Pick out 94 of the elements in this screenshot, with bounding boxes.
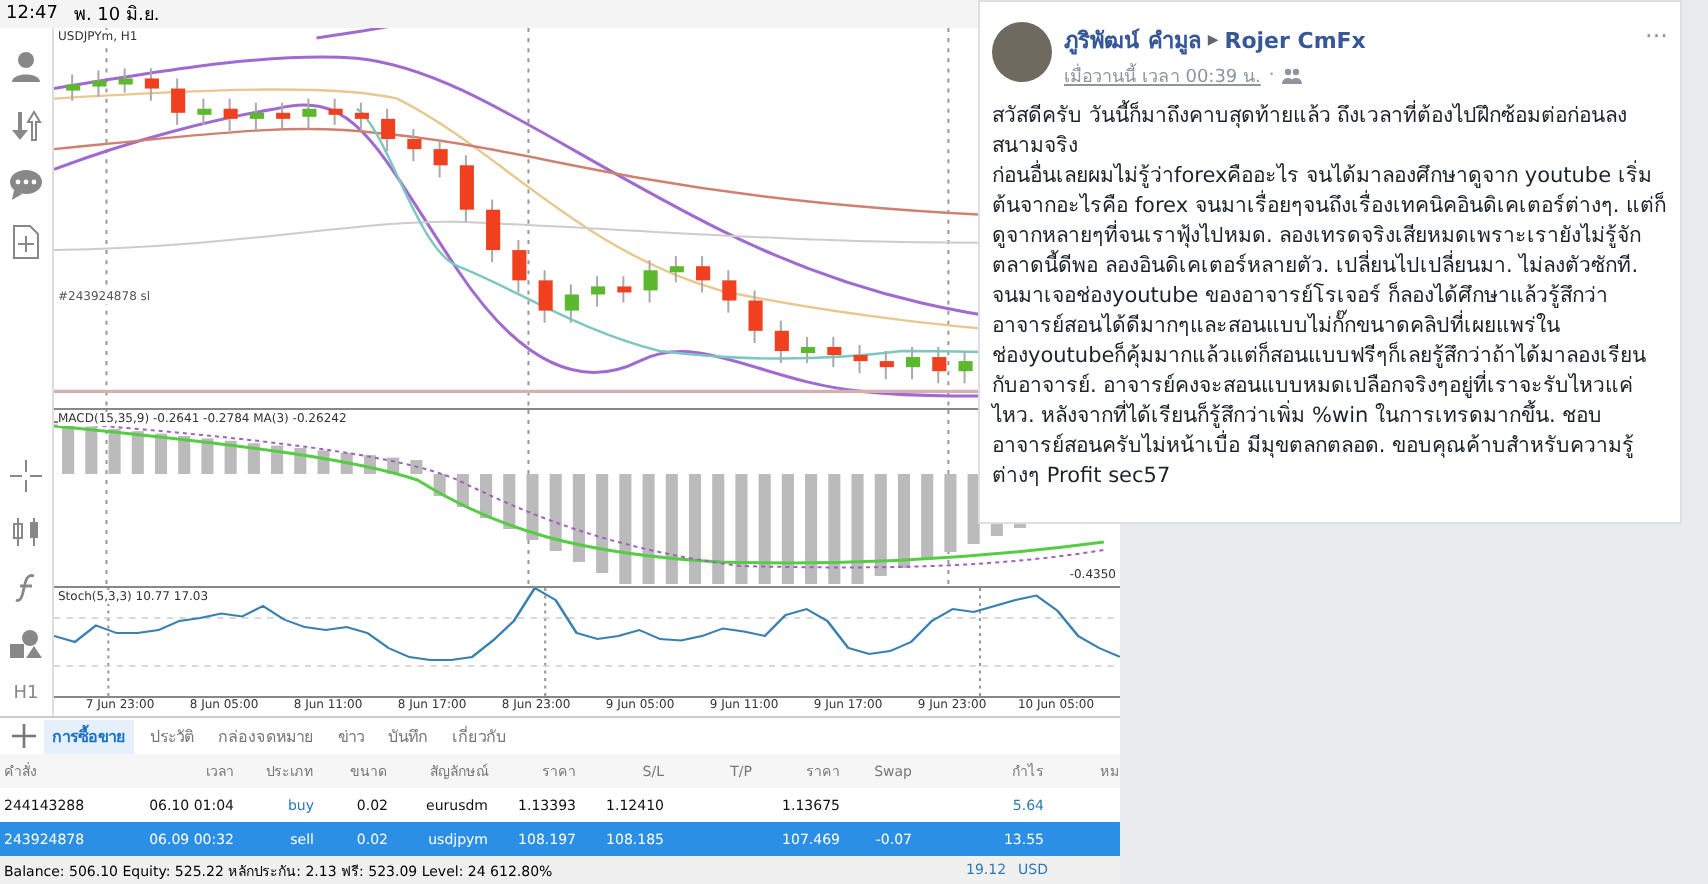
person-icon[interactable] (8, 48, 44, 84)
histogram-bar (503, 473, 516, 529)
candlestick (276, 102, 291, 129)
post-text: สวัสดีครับ วันนี้ก็มาถึงคาบสุดท้ายแล้ว ถึงเวลาที่ต้องไปฝึกซ้อมต่อก่อนลงสนามจริง (992, 102, 1630, 160)
candlestick (328, 98, 343, 125)
candlestick (223, 98, 238, 131)
candlestick (66, 74, 81, 101)
histogram-bar (131, 430, 144, 474)
histogram-bar (271, 445, 284, 474)
author-name[interactable]: ภูริพัฒน์ คำมูล (1064, 22, 1202, 58)
avatar (992, 22, 1052, 82)
histogram-bar (805, 473, 818, 584)
new-document-icon[interactable] (12, 224, 40, 260)
candlestick-icon[interactable] (10, 516, 42, 548)
candlestick (354, 102, 369, 131)
histogram-bar (781, 473, 794, 584)
candlestick (669, 256, 684, 283)
candlestick (932, 346, 947, 384)
candlestick (459, 155, 474, 222)
histogram-bar (619, 473, 632, 584)
more-options-button[interactable]: ··· (1645, 22, 1668, 50)
add-icon[interactable] (12, 724, 36, 748)
histogram-bar (572, 473, 585, 562)
candlestick (696, 256, 711, 293)
candlestick (643, 260, 658, 303)
histogram-bar (735, 473, 748, 584)
arrows-icon[interactable] (8, 108, 44, 144)
candlestick (249, 102, 264, 131)
candlestick (538, 270, 553, 323)
histogram-bar (712, 473, 725, 584)
candlestick (92, 70, 107, 97)
candlestick (879, 351, 894, 380)
candlestick (118, 68, 133, 93)
candlestick (801, 336, 816, 364)
shapes-icon[interactable] (8, 628, 44, 660)
function-icon[interactable] (14, 572, 38, 604)
candlestick (486, 199, 501, 263)
histogram-bar (224, 440, 237, 474)
candlestick (617, 276, 632, 303)
histogram-bar (178, 435, 191, 474)
histogram-bar (480, 473, 493, 518)
histogram-bar (154, 433, 168, 474)
candlestick (591, 276, 606, 307)
status-time: 12:47 (6, 4, 58, 24)
histogram-bar (108, 428, 121, 474)
histogram-bar (665, 473, 678, 584)
histogram-bar (944, 473, 957, 552)
candlestick (512, 239, 527, 293)
candlestick (958, 351, 973, 384)
crosshair-icon[interactable] (10, 460, 42, 492)
histogram-bar (247, 442, 260, 474)
post-text: ก่อนอื่นเลยผมไม่รู้ว่าforexคืออะไร จนได้มาลองศึกษาดูจาก youtube เริ่มต้นจากอะไรคือ forex จนมาเรื่อยๆจนถึงเรื่องเทคนิคอินดิเคเตอร์ต่างๆ. แต่ก็ดูจากหลายๆที่จนเราฟุ้งไปหมด. ลองเทรดจริงเสียหมดเพราะเรายังไม่รู้จักตลาดนี้ดีพอ ลองอินดิเคเตอร์หลายตัว. เปลี่ยนไปเปลี่ยนมา. ไม่ลงตัวซักที. จนมาเจอช่องyoutube ของอาจารย์โรเจอร์ ก็ลองได้ศึกษาแล้วรู้สึกว่าอาจารย์สอนได้ดีมากๆและสอนแบบไม่กั๊กขนาดคลิปที่เผยแพร่ในช่องyoutubeก็คุ้มมากแล้วแต่ก็สอนแบบฟรีๆก็เลยรู้สึกว่าถ้าได้มาลองเรียนกับอาจารย์. อาจารย์คงจะสอนแบบหมดเปลือกจริงๆอยู่ที่เราจะรับไหวแค่ไหว. หลังจากที่ได้เรียนก็รู้สึกว่าเพิ่ม %win ในการเทรดมากขึ้น. ชอบอาจารย์สอนครับไม่หน้าเบื่อ มีมุขตลกตลอด. ขอบคุณค้าบสำหรับความรู้ต่างๆ Profit sec57 (992, 162, 1668, 492)
candlestick (827, 336, 842, 368)
candlestick (197, 98, 212, 125)
histogram-bar (758, 473, 771, 584)
status-date: พ. 10 มิ.ย. (73, 3, 160, 28)
candlestick (302, 98, 317, 129)
chat-icon[interactable] (8, 168, 44, 200)
terminal-tab[interactable]: ประวัติ (142, 719, 202, 753)
candlestick (564, 284, 579, 323)
histogram-bar (85, 425, 98, 474)
histogram-bar (201, 437, 214, 474)
terminal-tab[interactable]: บันทึก (380, 719, 436, 753)
page-name[interactable]: Rojer CmFx (1224, 27, 1366, 53)
terminal-tab[interactable]: เกี่ยวกับ (444, 719, 514, 753)
histogram-bar (526, 473, 539, 540)
histogram-bar (642, 473, 655, 584)
candlestick (171, 78, 186, 125)
histogram-bar (897, 473, 911, 568)
histogram-bar (874, 473, 887, 576)
candlestick (407, 128, 422, 162)
histogram-bar (688, 473, 702, 584)
histogram-bar (967, 473, 980, 544)
histogram-bar (851, 473, 864, 584)
terminal-tab[interactable]: การซื้อขาย (44, 719, 134, 753)
histogram-bar (828, 473, 841, 584)
histogram-bar (549, 473, 562, 551)
terminal-tab[interactable]: ข่าว (330, 719, 372, 753)
dot-separator: · (1268, 66, 1275, 86)
histogram-bar (921, 473, 934, 560)
candlestick (381, 108, 396, 152)
histogram-bar (596, 473, 609, 573)
terminal-tab[interactable]: กล่องจดหมาย (210, 719, 322, 753)
candlestick (853, 344, 868, 374)
candlestick (144, 68, 159, 101)
candlestick (722, 270, 737, 313)
timeframe-button[interactable]: H1 (13, 684, 39, 716)
post-time-link[interactable]: เมื่อวานนี้ เวลา 00:39 น. (1064, 62, 1261, 90)
candlestick (774, 320, 789, 364)
candlestick (748, 290, 763, 343)
people-icon[interactable] (1282, 68, 1303, 84)
candlestick (433, 139, 448, 178)
candlestick (906, 346, 921, 380)
histogram-bar (410, 459, 423, 474)
